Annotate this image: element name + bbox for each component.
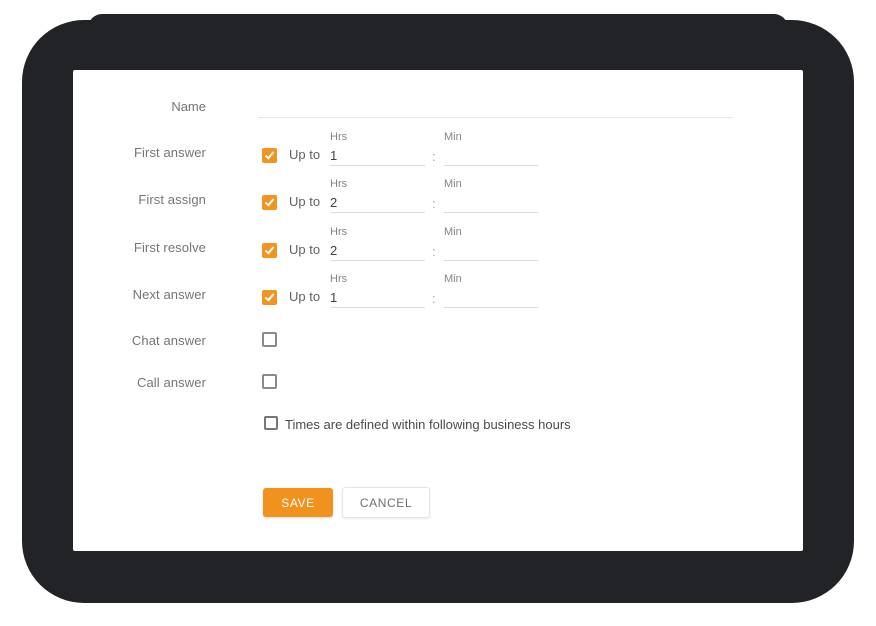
row-label: First answer [93,145,206,160]
time-separator: : [432,244,436,259]
min-field: Min [444,131,538,166]
first-resolve-checkbox[interactable] [262,243,277,258]
time-separator: : [432,149,436,164]
hrs-field: Hrs [330,178,425,213]
row-label: Call answer [93,375,206,390]
hrs-input[interactable] [330,240,425,261]
hrs-input[interactable] [330,192,425,213]
min-label: Min [444,131,538,145]
sla-row-call-answer: Call answer [73,374,803,394]
time-separator: : [432,291,436,306]
form-actions: SAVE CANCEL [73,487,803,519]
up-to-label: Up to [289,242,320,257]
check-icon [264,291,274,301]
min-input[interactable] [444,192,538,213]
min-field: Min [444,178,538,213]
up-to-label: Up to [289,147,320,162]
row-label: First resolve [93,240,206,255]
min-field: Min [444,273,538,308]
sla-row-next-answer: Next answer Up to Hrs : Min [73,273,803,313]
first-answer-checkbox[interactable] [262,148,277,163]
sla-row-first-answer: First answer Up to Hrs : Min [73,131,803,171]
min-label: Min [444,226,538,240]
sla-row-chat-answer: Chat answer [73,332,803,352]
min-field: Min [444,226,538,261]
hrs-input[interactable] [330,287,425,308]
hrs-field: Hrs [330,131,425,166]
row-label: Next answer [93,287,206,302]
next-answer-checkbox[interactable] [262,290,277,305]
up-to-label: Up to [289,194,320,209]
hrs-field: Hrs [330,226,425,261]
row-label: Chat answer [93,333,206,348]
sla-row-first-resolve: First resolve Up to Hrs : Min [73,226,803,266]
row-label: First assign [93,192,206,207]
min-label: Min [444,273,538,287]
name-label: Name [93,99,206,114]
business-hours-checkbox[interactable] [264,416,278,430]
min-input[interactable] [444,240,538,261]
min-label: Min [444,178,538,192]
time-separator: : [432,196,436,211]
check-icon [264,244,274,254]
hrs-label: Hrs [330,273,425,287]
sla-row-first-assign: First assign Up to Hrs : Min [73,178,803,218]
min-input[interactable] [444,145,538,166]
chat-answer-checkbox[interactable] [262,332,277,347]
hrs-label: Hrs [330,178,425,192]
first-assign-checkbox[interactable] [262,195,277,210]
hrs-label: Hrs [330,131,425,145]
hrs-input[interactable] [330,145,425,166]
hrs-field: Hrs [330,273,425,308]
check-icon [264,149,274,159]
check-icon [264,196,274,206]
min-input[interactable] [444,287,538,308]
business-hours-row: Times are defined within following busin… [73,415,803,435]
business-hours-label: Times are defined within following busin… [285,417,571,432]
hrs-label: Hrs [330,226,425,240]
call-answer-checkbox[interactable] [262,374,277,389]
save-button[interactable]: SAVE [263,488,333,517]
sla-settings-page: Name First answer Up to Hrs : Min Fir [0,0,876,626]
up-to-label: Up to [289,289,320,304]
name-input[interactable] [258,97,733,118]
cancel-button[interactable]: CANCEL [342,487,430,518]
device-frame: Name First answer Up to Hrs : Min Fir [22,20,854,603]
sla-form: Name First answer Up to Hrs : Min Fir [73,70,803,551]
